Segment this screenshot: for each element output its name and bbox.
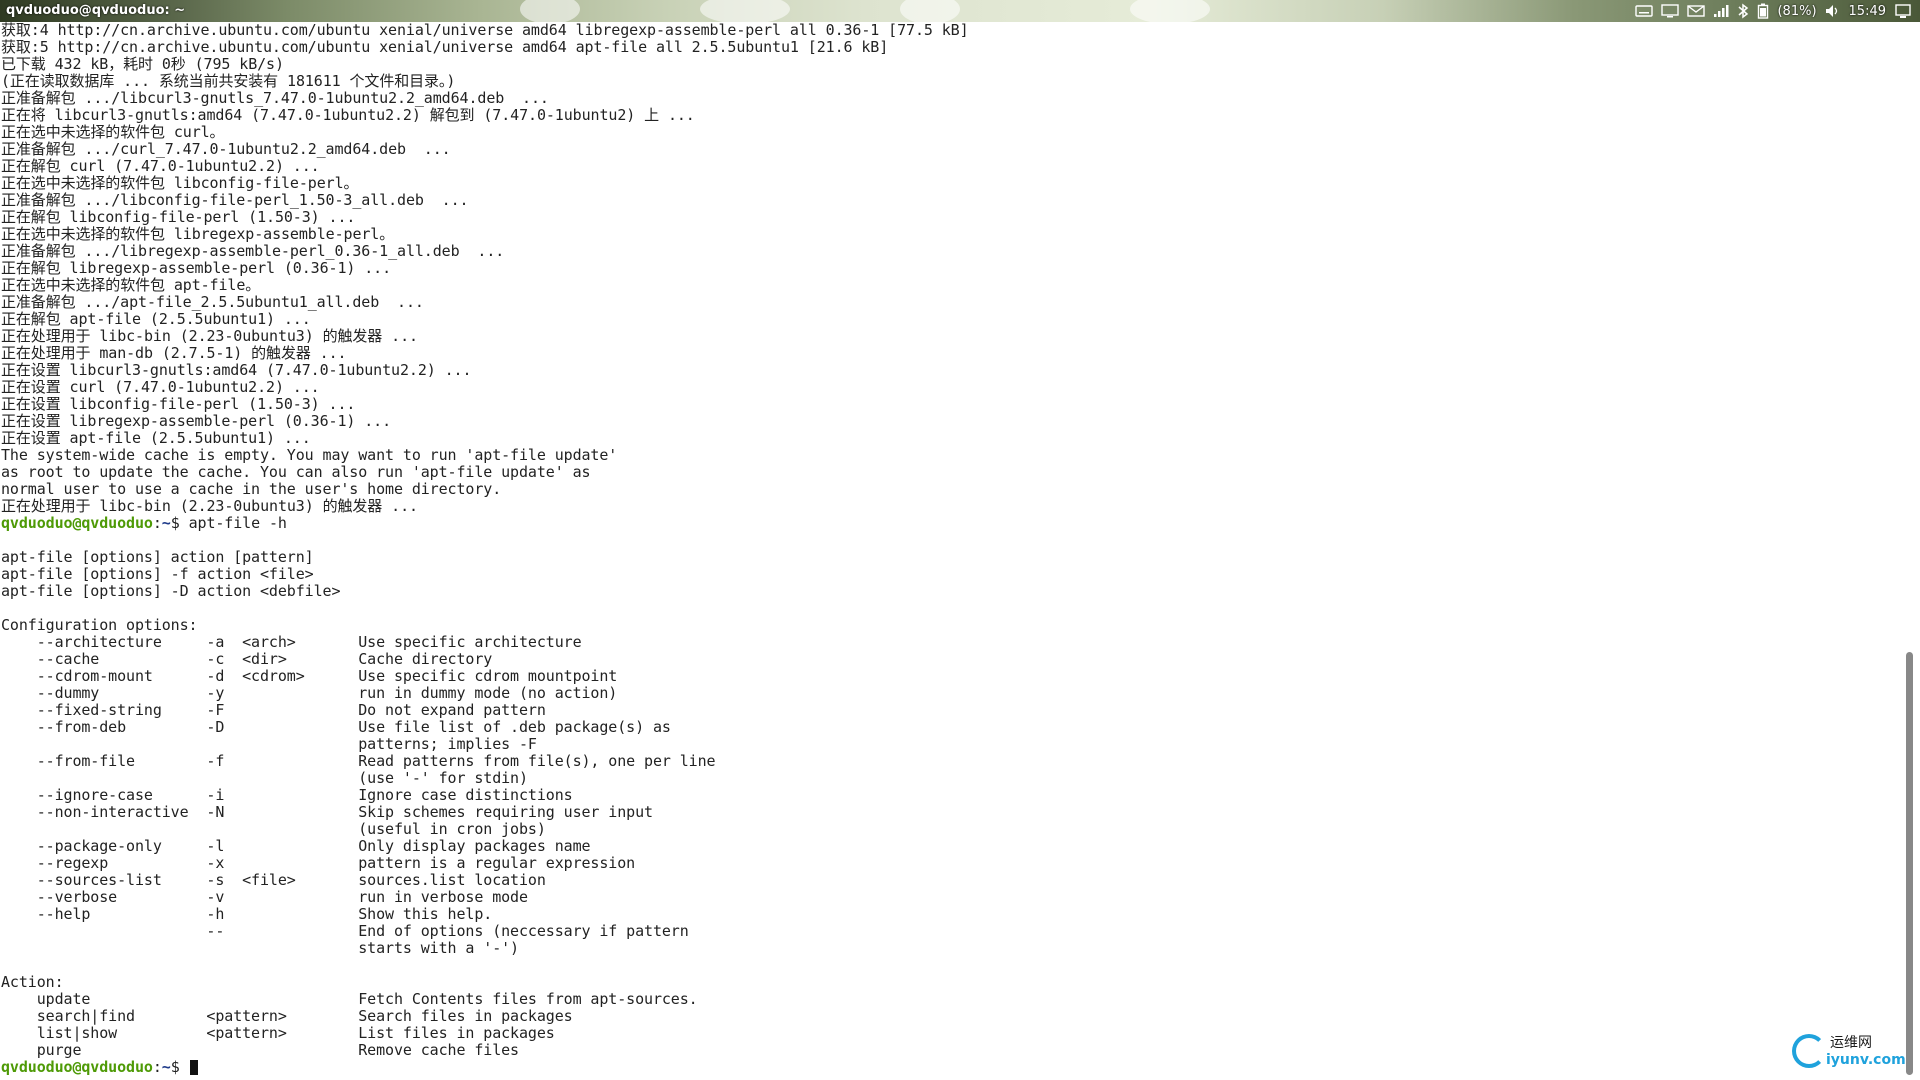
volume-icon[interactable] <box>1825 2 1841 20</box>
terminal-line: --cdrom-mount -d <cdrom> Use specific cd… <box>1 667 618 685</box>
terminal-line: 正在将 libcurl3-gnutls:amd64 (7.47.0-1ubunt… <box>1 106 695 124</box>
terminal-line: The system-wide cache is empty. You may … <box>1 446 618 464</box>
terminal-line: Action: <box>1 973 64 991</box>
keyboard-icon[interactable] <box>1635 2 1654 20</box>
terminal-line: 获取:5 http://cn.archive.ubuntu.com/ubuntu… <box>1 38 889 56</box>
terminal-line: 正在设置 curl (7.47.0-1ubuntu2.2) ... <box>1 378 320 396</box>
terminal-line: --from-file -f Read patterns from file(s… <box>1 752 716 770</box>
terminal-line: 正在处理用于 libc-bin (2.23-0ubuntu3) 的触发器 ... <box>1 497 418 515</box>
bluetooth-icon[interactable] <box>1737 2 1749 20</box>
prompt-path: ~ <box>161 1058 171 1076</box>
terminal-line: --package-only -l Only display packages … <box>1 837 591 855</box>
terminal-line: as root to update the cache. You can als… <box>1 463 591 481</box>
terminal-line: --architecture -a <arch> Use specific ar… <box>1 633 582 651</box>
terminal-line: 正准备解包 .../libconfig-file-perl_1.50-3_all… <box>1 191 469 209</box>
terminal-line: --from-deb -D Use file list of .deb pack… <box>1 718 671 736</box>
terminal-line: apt-file [options] -D action <debfile> <box>1 582 341 600</box>
mail-icon[interactable] <box>1687 2 1706 20</box>
terminal-line: Configuration options: <box>1 616 198 634</box>
wallpaper-leaf <box>700 0 790 22</box>
terminal-line: 正准备解包 .../apt-file_2.5.5ubuntu1_all.deb … <box>1 293 424 311</box>
prompt-line: qvduoduo@qvduoduo:~$ <box>1 1059 1900 1076</box>
terminal-line: 已下载 432 kB，耗时 0秒 (795 kB/s) <box>1 55 284 73</box>
terminal-line: 获取:4 http://cn.archive.ubuntu.com/ubuntu… <box>1 22 969 39</box>
terminal-line: 正准备解包 .../libcurl3-gnutls_7.47.0-1ubuntu… <box>1 89 549 107</box>
terminal-line: 正准备解包 .../libregexp-assemble-perl_0.36-1… <box>1 242 505 260</box>
battery-icon[interactable] <box>1757 2 1769 20</box>
prompt-line: qvduoduo@qvduoduo:~$ apt-file -h <box>1 514 287 532</box>
terminal-line: search|find <pattern> Search files in pa… <box>1 1007 573 1025</box>
watermark-ring-icon <box>1792 1034 1826 1068</box>
terminal-line: 正在处理用于 libc-bin (2.23-0ubuntu3) 的触发器 ... <box>1 327 418 345</box>
terminal-line: purge Remove cache files <box>1 1041 519 1059</box>
terminal-scrollbar[interactable] <box>1900 22 1920 1080</box>
terminal-line: --sources-list -s <file> sources.list lo… <box>1 871 546 889</box>
terminal-line: 正在设置 apt-file (2.5.5ubuntu1) ... <box>1 429 311 447</box>
prompt-command: apt-file -h <box>188 514 287 532</box>
display-icon[interactable] <box>1661 2 1680 20</box>
terminal-line: (useful in cron jobs) <box>1 820 546 838</box>
watermark-text-top: 运维网 <box>1830 1035 1872 1051</box>
terminal-cursor <box>189 1060 198 1075</box>
terminal-line: (正在读取数据库 ... 系统当前共安装有 181611 个文件和目录。) <box>1 72 456 90</box>
terminal-line: 正在设置 libcurl3-gnutls:amd64 (7.47.0-1ubun… <box>1 361 472 379</box>
wallpaper-leaf <box>900 0 960 22</box>
top-panel: qvduoduo@qvduoduo: ~ (81%) 15:49 <box>0 0 1920 22</box>
terminal-line: --dummy -y run in dummy mode (no action) <box>1 684 618 702</box>
terminal-line: --help -h Show this help. <box>1 905 493 923</box>
terminal-line: --cache -c <dir> Cache directory <box>1 650 493 668</box>
terminal-line: -- End of options (neccessary if pattern <box>1 922 689 940</box>
terminal-line: 正在解包 apt-file (2.5.5ubuntu1) ... <box>1 310 311 328</box>
wallpaper-leaf <box>520 0 580 22</box>
system-tray[interactable]: (81%) 15:49 <box>1635 0 1920 22</box>
terminal-line: normal user to use a cache in the user's… <box>1 480 502 498</box>
terminal-line: 正在选中未选择的软件包 libregexp-assemble-perl。 <box>1 225 395 243</box>
battery-percentage: (81%) <box>1777 3 1817 19</box>
terminal-line: 正在设置 libconfig-file-perl (1.50-3) ... <box>1 395 356 413</box>
terminal-line: 正在选中未选择的软件包 curl。 <box>1 123 225 141</box>
prompt-path: ~ <box>161 514 171 532</box>
prompt-user: qvduoduo@qvduoduo <box>1 514 153 532</box>
signal-icon[interactable] <box>1713 2 1729 20</box>
terminal-line: --fixed-string -F Do not expand pattern <box>1 701 546 719</box>
terminal-line: 正在选中未选择的软件包 libconfig-file-perl。 <box>1 174 359 192</box>
terminal-line: 正在解包 libregexp-assemble-perl (0.36-1) ..… <box>1 259 392 277</box>
terminal-line: 正在选中未选择的软件包 apt-file。 <box>1 276 261 294</box>
terminal-line: --ignore-case -i Ignore case distinction… <box>1 786 573 804</box>
clock[interactable]: 15:49 <box>1849 4 1886 19</box>
terminal-line: 正准备解包 .../curl_7.47.0-1ubuntu2.2_amd64.d… <box>1 140 451 158</box>
terminal-line: 正在解包 curl (7.47.0-1ubuntu2.2) ... <box>1 157 320 175</box>
terminal-output[interactable]: 获取:4 http://cn.archive.ubuntu.com/ubuntu… <box>0 22 1900 1076</box>
window-title: qvduoduo@qvduoduo: ~ <box>6 3 186 18</box>
terminal-line: 正在处理用于 man-db (2.7.5-1) 的触发器 ... <box>1 344 347 362</box>
watermark-text-bottom: iyunv.com <box>1826 1052 1906 1068</box>
terminal-line: patterns; implies -F <box>1 735 537 753</box>
terminal-line: apt-file [options] -f action <file> <box>1 565 314 583</box>
watermark-logo: 运维网 iyunv.com <box>1792 1032 1906 1074</box>
terminal-line: 正在设置 libregexp-assemble-perl (0.36-1) ..… <box>1 412 392 430</box>
terminal-window[interactable]: 获取:4 http://cn.archive.ubuntu.com/ubuntu… <box>0 22 1900 1080</box>
terminal-line: starts with a '-') <box>1 939 519 957</box>
power-icon[interactable] <box>1894 2 1912 20</box>
wallpaper-leaf <box>1130 0 1210 22</box>
terminal-line: --verbose -v run in verbose mode <box>1 888 528 906</box>
terminal-line: list|show <pattern> List files in packag… <box>1 1024 555 1042</box>
terminal-line: update Fetch Contents files from apt-sou… <box>1 990 698 1008</box>
terminal-line: 正在解包 libconfig-file-perl (1.50-3) ... <box>1 208 356 226</box>
terminal-line: apt-file [options] action [pattern] <box>1 548 314 566</box>
terminal-line: --non-interactive -N Skip schemes requir… <box>1 803 653 821</box>
terminal-line: (use '-' for stdin) <box>1 769 528 787</box>
prompt-user: qvduoduo@qvduoduo <box>1 1058 153 1076</box>
terminal-line: --regexp -x pattern is a regular express… <box>1 854 636 872</box>
scrollbar-thumb[interactable] <box>1906 652 1913 1075</box>
